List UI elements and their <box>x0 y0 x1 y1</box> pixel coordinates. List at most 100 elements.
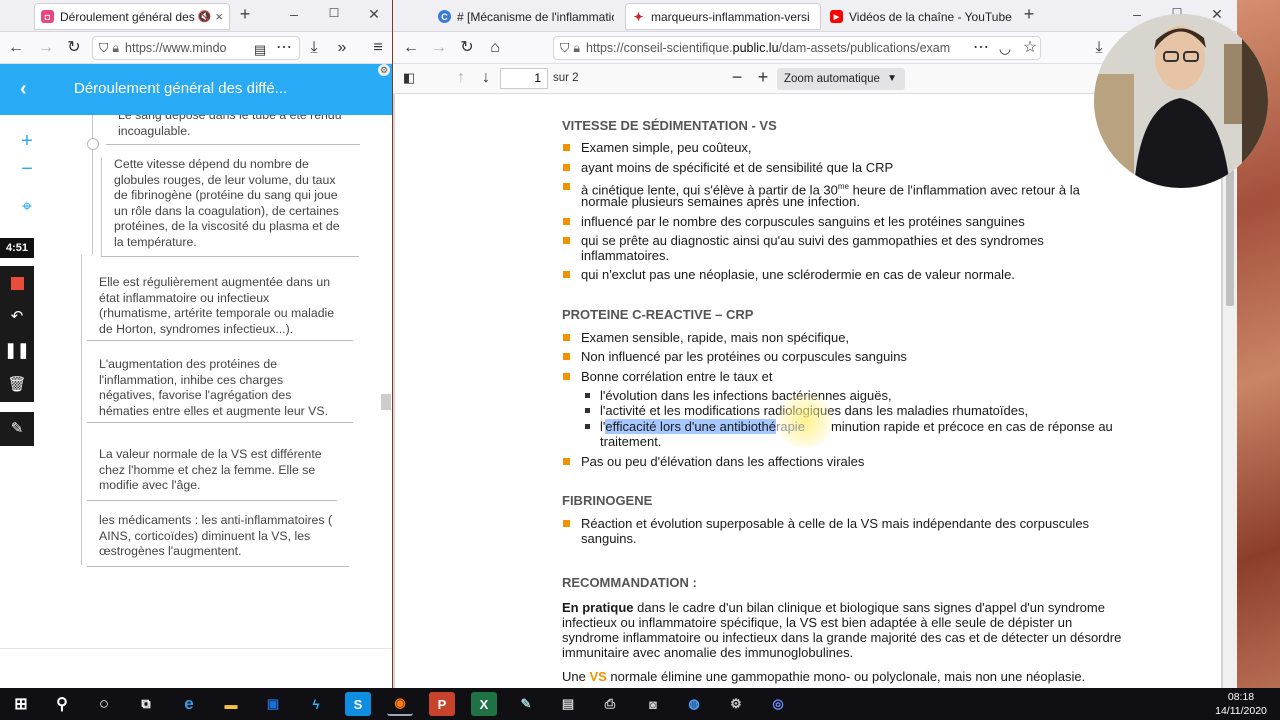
pdf-viewer[interactable]: VITESSE DE SÉDIMENTATION - VS Examen sim… <box>393 94 1237 688</box>
minimize-button[interactable]: – <box>284 6 304 22</box>
tab-youtube[interactable]: ▶ Vidéos de la chaîne - YouTube <box>823 3 1019 30</box>
page-actions-icon[interactable]: ⋯ <box>274 39 294 57</box>
mindmap-node[interactable]: L'augmentation des protéines de l'inflam… <box>87 357 353 423</box>
stop-record-button[interactable] <box>0 266 34 300</box>
back-arrow-icon[interactable]: ← <box>6 39 26 57</box>
desktop: ◘ Déroulement général des d 🔇 × + – ☐ ✕ … <box>0 0 1280 720</box>
camera-icon[interactable]: ◙ <box>640 692 666 716</box>
zoom-in-button[interactable]: + <box>14 128 40 154</box>
pdf-text: sanguins. <box>581 531 637 546</box>
zoom-out-icon[interactable]: − <box>727 68 747 86</box>
node-text: Cette vitesse dépend du nombre de globul… <box>114 157 340 249</box>
reload-icon[interactable]: ↻ <box>457 39 477 57</box>
sidebar-toggle-icon[interactable]: ◧ <box>399 69 419 87</box>
edge-icon[interactable]: e <box>176 692 202 716</box>
tab-mecanisme[interactable]: C # [Mécanisme de l'inflammatio <box>431 3 621 30</box>
pdf-text: Bonne corrélation entre le taux et <box>581 369 773 384</box>
mindmap-node[interactable]: Elle est régulièrement augmentée dans un… <box>87 275 353 341</box>
mindmap-canvas[interactable]: + − ⌖ Le sang déposé dans le tube a été … <box>0 115 392 688</box>
back-chevron-icon[interactable]: ‹ <box>20 78 27 101</box>
tab-marqueurs[interactable]: ✦ marqueurs-inflammation-versi <box>625 3 821 30</box>
youtube-favicon-icon: ▶ <box>830 10 843 23</box>
printer-app-icon[interactable]: ⎙ <box>597 692 623 716</box>
start-windows-icon[interactable]: ⊞ <box>8 692 34 716</box>
mindmap-node[interactable]: La valeur normale de la VS est différent… <box>87 447 337 501</box>
forward-arrow-icon[interactable]: → <box>36 39 56 57</box>
close-button[interactable]: ✕ <box>364 6 384 23</box>
globe-icon[interactable]: ◍ <box>681 692 707 716</box>
page-number-input[interactable]: 1 <box>500 68 548 89</box>
store-icon[interactable]: ▣ <box>260 692 286 716</box>
url-prefix: https://conseil-scientifique. <box>586 41 733 55</box>
mindmap-title: Déroulement général des diffé... <box>74 80 288 97</box>
tab-title: marqueurs-inflammation-versi <box>651 9 810 24</box>
forward-arrow-icon[interactable]: → <box>429 39 449 57</box>
pdf-text: Pas ou peu d'élévation dans les affectio… <box>581 454 865 469</box>
edit-app-icon[interactable]: ✎ <box>513 692 539 716</box>
cortana-circle-icon[interactable]: ○ <box>91 692 117 716</box>
url-path: /dam-assets/publications/exam <box>778 41 951 55</box>
trash-icon[interactable]: 🗑︎ <box>0 368 34 402</box>
excel-icon[interactable]: X <box>471 692 497 716</box>
connector-line <box>92 115 93 255</box>
windows-taskbar: ⊞ ⚲ ○ ⧉ e ▬ ▣ ϟ S ◉ P X ✎ ▤ ⎙ ◙ ◍ ⚙ ◎ 08… <box>0 688 1280 720</box>
screen-recorder-panel: 4:51 ↶ ❚❚ 🗑︎ ✎ <box>0 238 34 448</box>
home-icon[interactable]: ⌂ <box>485 39 505 57</box>
pdf-text: Examen simple, peu coûteux, <box>581 140 752 155</box>
new-tab-button[interactable]: + <box>1019 4 1039 25</box>
file-explorer-icon[interactable]: ▬ <box>218 692 244 716</box>
powerpoint-icon[interactable]: P <box>429 692 455 716</box>
zoom-out-button[interactable]: − <box>14 156 40 182</box>
mindomo-favicon-icon: ◘ <box>41 10 54 23</box>
document-app-icon[interactable]: ▤ <box>555 692 581 716</box>
collapse-handle-icon[interactable] <box>87 138 99 150</box>
skype-icon[interactable]: S <box>345 692 371 716</box>
extension-gear-icon[interactable]: ⚙ <box>378 64 390 76</box>
minimize-button[interactable]: – <box>1127 6 1147 22</box>
pause-icon[interactable]: ❚❚ <box>0 334 34 368</box>
reader-view-icon[interactable]: ▤ <box>250 41 270 59</box>
maximize-button[interactable]: ☐ <box>324 6 344 20</box>
section-title-vs: VITESSE DE SÉDIMENTATION - VS <box>562 118 777 133</box>
url-text: https://www.mindo <box>125 41 227 55</box>
scrollbar-thumb[interactable] <box>381 394 391 410</box>
pdf-text: qui se prête au diagnostic ainsi qu'au s… <box>581 233 1044 248</box>
page-actions-icon[interactable]: ⋯ <box>971 39 991 57</box>
menu-icon[interactable]: ≡ <box>368 39 388 57</box>
tab-close-icon[interactable]: × <box>215 9 223 24</box>
overflow-chevron-icon[interactable]: » <box>332 39 352 57</box>
pdf-scrollbar[interactable] <box>1223 94 1237 688</box>
mindmap-node[interactable]: Cette vitesse dépend du nombre de globul… <box>101 157 359 257</box>
page-total: sur 2 <box>553 72 579 84</box>
pen-icon[interactable]: ✎ <box>0 412 34 446</box>
zoom-select[interactable]: Zoom automatique ▼ <box>777 68 905 90</box>
mute-icon[interactable]: 🔇 <box>198 10 212 23</box>
next-page-icon[interactable]: ↓ <box>476 69 496 87</box>
search-icon[interactable]: ⚲ <box>49 692 75 716</box>
bookmark-star-icon[interactable]: ☆ <box>1020 39 1040 57</box>
zoom-in-icon[interactable]: + <box>753 68 773 86</box>
lion-favicon-icon: ✦ <box>633 9 644 24</box>
back-arrow-icon[interactable]: ← <box>401 39 421 57</box>
mindmap-node[interactable]: Le sang déposé dans le tube a été rendu … <box>106 115 360 145</box>
address-bar[interactable]: ⛉ 🔒︎ https://conseil-scientifique.public.l… <box>553 36 1041 60</box>
mindmap-node[interactable]: les médicaments : les anti-inflammatoire… <box>87 513 349 567</box>
reload-icon[interactable]: ↻ <box>64 39 84 57</box>
tab-mindomo[interactable]: ◘ Déroulement général des d 🔇 × <box>34 3 230 30</box>
recorder-app-icon[interactable]: ◎ <box>765 692 791 716</box>
previous-page-icon[interactable]: ↑ <box>451 69 471 87</box>
section-title-crp: PROTEINE C-REACTIVE – CRP <box>562 307 754 322</box>
bolt-app-icon[interactable]: ϟ <box>303 692 329 716</box>
pdf-text: Examen sensible, rapide, mais non spécif… <box>581 330 850 345</box>
center-map-icon[interactable]: ⌖ <box>14 193 40 219</box>
download-icon[interactable]: ⤓ <box>304 39 324 57</box>
pdf-text: En pratique dans le cadre d'un bilan cli… <box>562 600 1105 615</box>
pocket-icon[interactable]: ◡ <box>995 39 1015 57</box>
url-domain: public.lu <box>732 41 779 55</box>
system-clock[interactable]: 08:18 14/11/2020 <box>1210 690 1272 718</box>
firefox-icon[interactable]: ◉ <box>387 692 413 716</box>
new-tab-button[interactable]: + <box>235 4 255 25</box>
undo-icon[interactable]: ↶ <box>0 300 34 334</box>
settings-gear-icon[interactable]: ⚙ <box>723 692 749 716</box>
task-view-icon[interactable]: ⧉ <box>133 692 159 716</box>
